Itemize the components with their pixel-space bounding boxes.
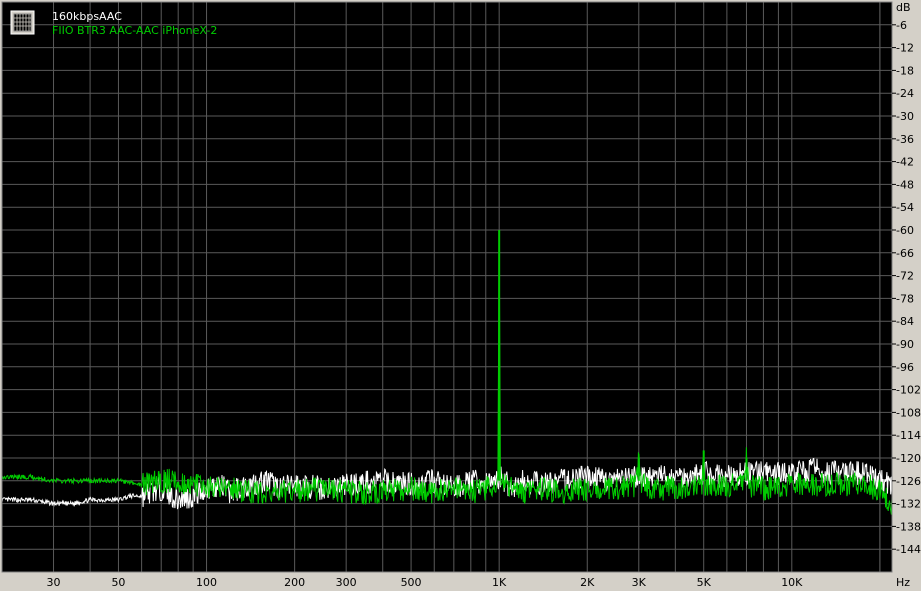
x-tick-label: 5K (697, 576, 712, 589)
x-tick-label: 30 (47, 576, 61, 589)
y-tick-label: -30 (896, 110, 914, 123)
y-tick-label: -138 (896, 520, 921, 533)
y-tick-label: -78 (896, 292, 914, 305)
x-axis: Hz 30 50 100 200 300 500 1K 2K 3K 5K 10K (47, 576, 911, 589)
y-tick-label: -102 (896, 384, 921, 397)
x-tick-label: 500 (401, 576, 422, 589)
y-tick-label: -108 (896, 406, 921, 419)
y-tick-label: -144 (896, 543, 921, 556)
x-tick-label: 300 (336, 576, 357, 589)
x-tick-label: 100 (196, 576, 217, 589)
y-tick-label: -126 (896, 475, 921, 488)
y-tick-label: -60 (896, 224, 914, 237)
y-tick-label: -6 (896, 19, 907, 32)
y-axis: dB -6 -12 -18 -24 -30 -36 -42 -48 -54 -60 -66 -72 -7… (892, 1, 921, 556)
y-tick-label: -54 (896, 201, 914, 214)
y-tick-label: -18 (896, 64, 914, 77)
x-tick-label: 10K (781, 576, 803, 589)
legend-series-2-label: FIIO BTR3 AAC-AAC iPhoneX-2 (52, 24, 217, 37)
y-tick-label: -96 (896, 361, 914, 374)
x-axis-label: Hz (896, 576, 910, 589)
y-axis-label: dB (896, 1, 911, 14)
x-tick-label: 200 (284, 576, 305, 589)
y-tick-label: -72 (896, 270, 914, 283)
y-tick-label: -90 (896, 338, 914, 351)
legend-series-1-label: 160kbpsAAC (52, 10, 122, 23)
x-tick-label: 1K (492, 576, 507, 589)
legend-icon-inner (13, 13, 32, 32)
y-tick-label: -48 (896, 178, 914, 191)
y-tick-label: -114 (896, 429, 921, 442)
y-tick-label: -24 (896, 87, 914, 100)
y-tick-label: -12 (896, 42, 914, 55)
spectrum-chart: 160kbpsAAC FIIO BTR3 AAC-AAC iPhoneX-2 d… (1, 1, 921, 589)
y-tick-label: -42 (896, 156, 914, 169)
y-tick-label: -84 (896, 315, 914, 328)
x-tick-label: 2K (580, 576, 595, 589)
y-tick-label: -132 (896, 498, 921, 511)
y-tick-label: -36 (896, 133, 914, 146)
y-tick-label: -120 (896, 452, 921, 465)
y-tick-label: -66 (896, 247, 914, 260)
x-tick-label: 50 (111, 576, 125, 589)
x-tick-label: 3K (632, 576, 647, 589)
